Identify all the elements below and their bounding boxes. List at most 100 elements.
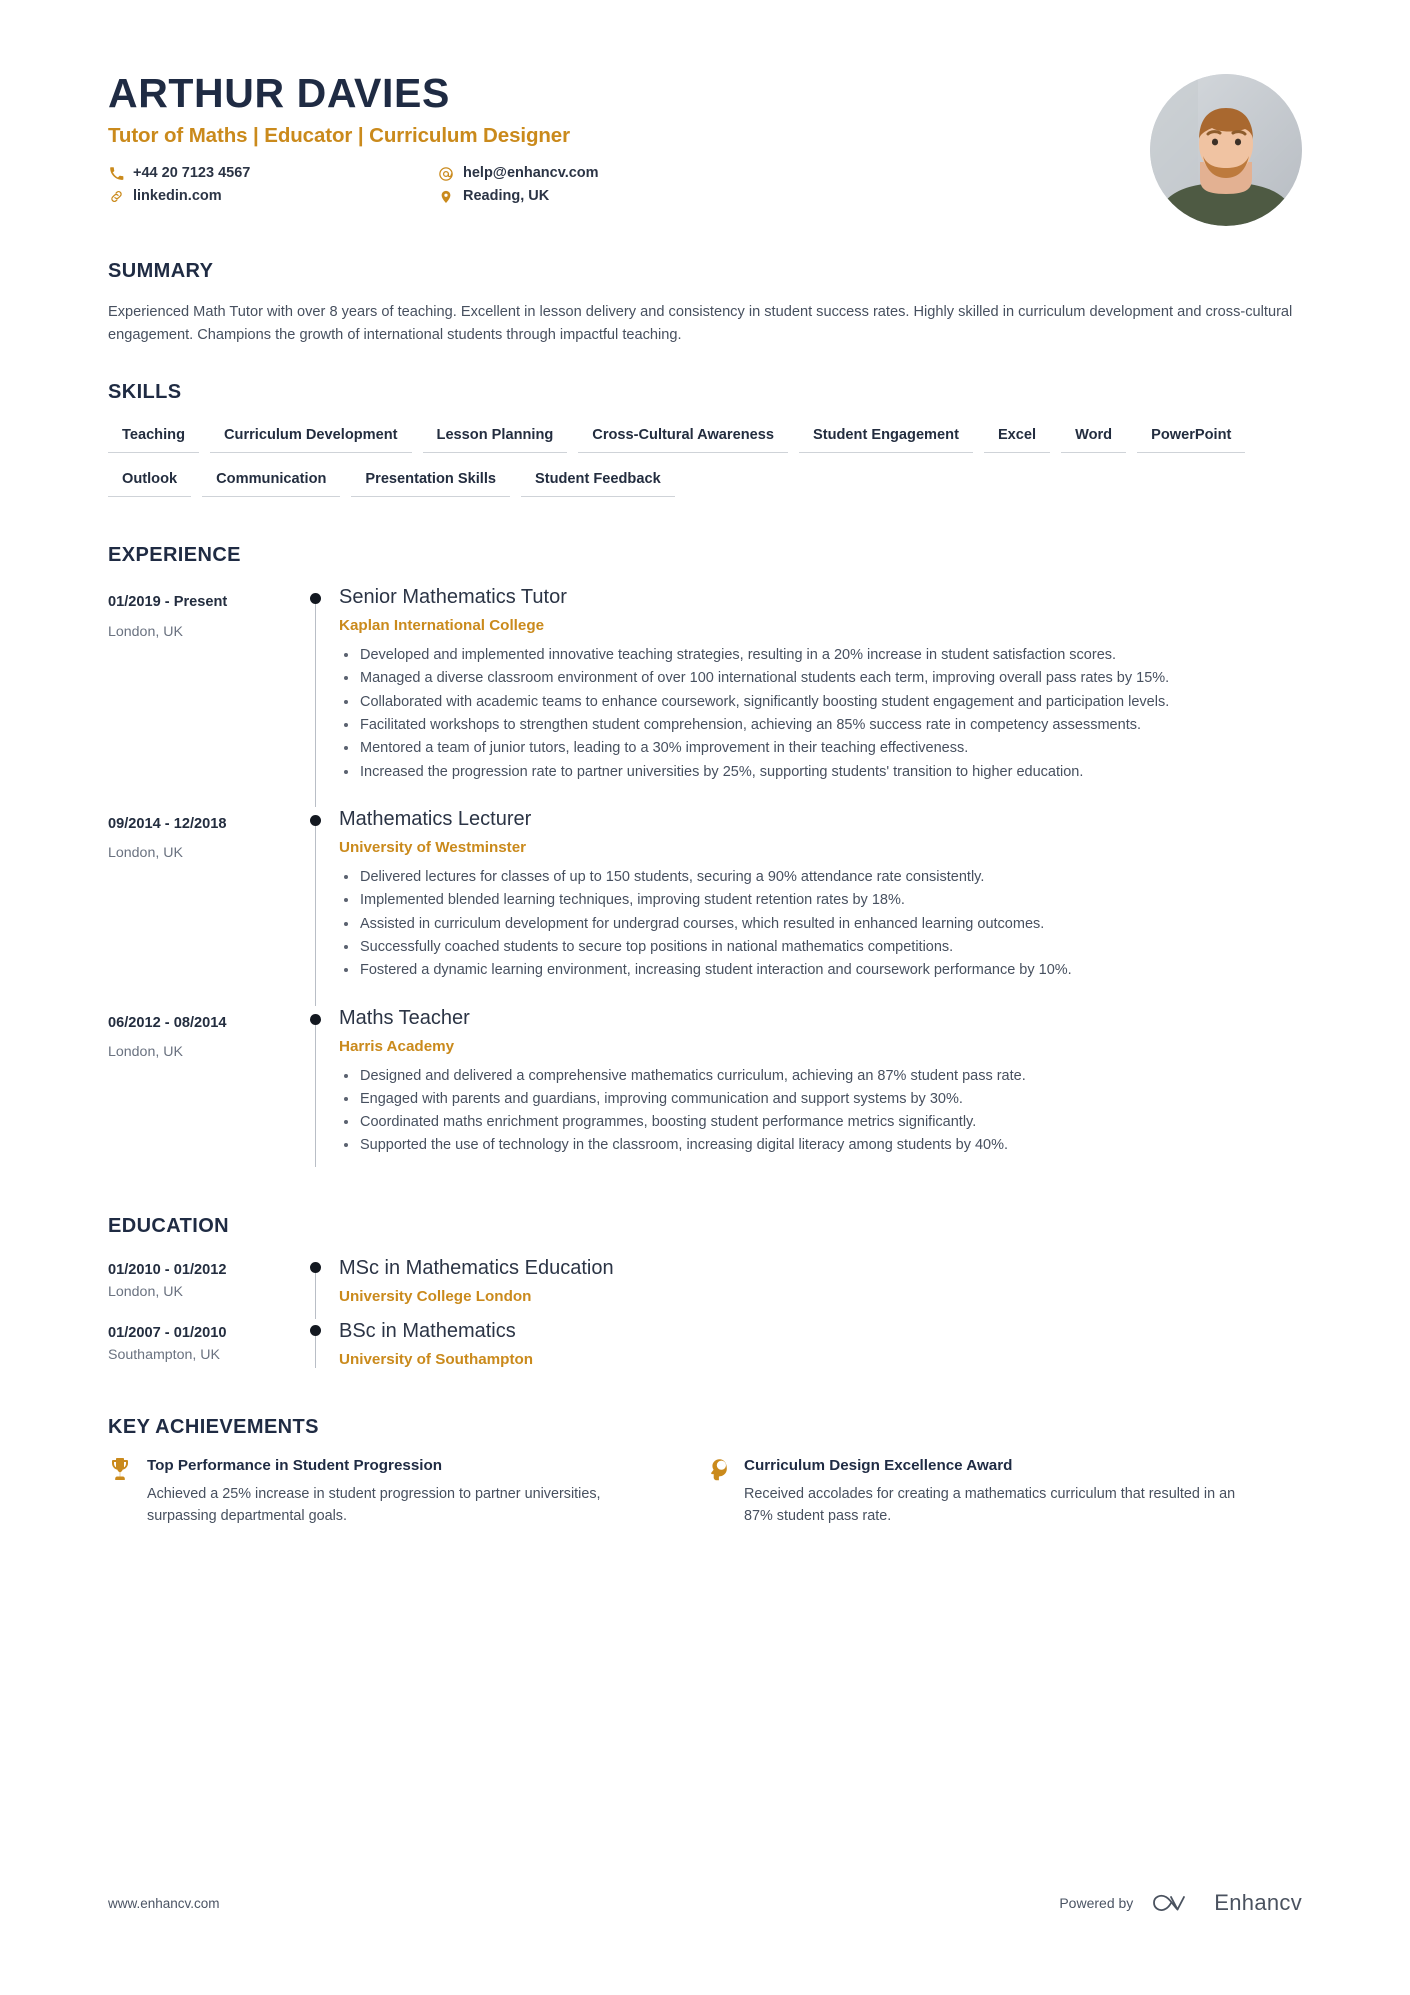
experience-meta: 06/2012 - 08/2014 London, UK — [108, 1006, 293, 1181]
education-section: EDUCATION 01/2010 - 01/2012 London, UK M… — [108, 1215, 1302, 1382]
experience-bullet: Increased the progression rate to partne… — [339, 762, 1302, 783]
timeline-rail — [293, 585, 339, 807]
experience-bullet: Developed and implemented innovative tea… — [339, 645, 1302, 666]
achievements-list: Top Performance in Student Progression A… — [108, 1457, 1302, 1527]
experience-section: EXPERIENCE 01/2019 - Present London, UK … — [108, 544, 1302, 1181]
skill-tag: Teaching — [108, 422, 199, 454]
enhancv-mark-icon — [1153, 1894, 1186, 1911]
skill-tag: Word — [1061, 422, 1127, 454]
experience-title: Mathematics Lecturer — [339, 807, 532, 830]
timeline-line — [315, 597, 317, 807]
experience-organization: Kaplan International College — [339, 617, 545, 635]
experience-date: 06/2012 - 08/2014 — [108, 1014, 227, 1031]
timeline-rail — [293, 1256, 339, 1319]
summary-section-title: SUMMARY — [108, 260, 214, 282]
achievement-item: Curriculum Design Excellence Award Recei… — [705, 1457, 1302, 1527]
skill-tag: Cross-Cultural Awareness — [578, 422, 788, 454]
skill-tag: Presentation Skills — [351, 466, 510, 498]
trophy-icon — [112, 1457, 128, 1480]
skill-tag: Excel — [983, 422, 1051, 454]
experience-bullet: Designed and delivered a comprehensive m… — [339, 1066, 1302, 1087]
education-content: MSc in Mathematics Education University … — [339, 1256, 1302, 1319]
contact-location-value: Reading, UK — [463, 187, 550, 204]
experience-item: 01/2019 - Present London, UK Senior Math… — [108, 585, 1302, 807]
experience-bullets: Developed and implemented innovative tea… — [339, 645, 1302, 783]
contact-phone-value: +44 20 7123 4567 — [133, 164, 251, 181]
email-icon — [438, 166, 454, 182]
education-location: Southampton, UK — [108, 1347, 220, 1364]
resume-header: ARTHUR DAVIES Tutor of Maths | Educator … — [108, 0, 1302, 226]
experience-location: London, UK — [108, 623, 183, 640]
education-school: University College London — [339, 1287, 532, 1305]
skills-section-title: SKILLS — [108, 381, 182, 404]
achievement-text: Top Performance in Student Progression A… — [147, 1457, 645, 1527]
experience-meta: 09/2014 - 12/2018 London, UK — [108, 807, 293, 1006]
education-meta: 01/2007 - 01/2010 Southampton, UK — [108, 1319, 293, 1382]
education-item: 01/2010 - 01/2012 London, UK MSc in Math… — [108, 1256, 1302, 1319]
experience-content: Senior Mathematics Tutor Kaplan Internat… — [339, 585, 1302, 807]
education-item: 01/2007 - 01/2010 Southampton, UK BSc in… — [108, 1319, 1302, 1382]
contact-phone[interactable]: +44 20 7123 4567 — [108, 162, 438, 185]
contact-link[interactable]: linkedin.com — [108, 185, 438, 208]
location-icon — [438, 189, 454, 205]
timeline-rail — [293, 1319, 339, 1382]
experience-item: 09/2014 - 12/2018 London, UK Mathematics… — [108, 807, 1302, 1006]
skills-section: SKILLS Teaching Curriculum Development Les… — [108, 381, 1302, 510]
education-date: 01/2010 - 01/2012 — [108, 1261, 227, 1278]
experience-list: 01/2019 - Present London, UK Senior Math… — [108, 585, 1302, 1181]
achievements-section: KEY ACHIEVEMENTS Top Performance in Stud… — [108, 1416, 1302, 1527]
enhancv-logo: Enhancv — [1149, 1889, 1302, 1917]
experience-item: 06/2012 - 08/2014 London, UK Maths Teach… — [108, 1006, 1302, 1181]
head-profile-icon — [711, 1458, 727, 1481]
experience-bullet: Engaged with parents and guardians, impr… — [339, 1089, 1302, 1110]
footer-branding: Powered by Enhancv — [1059, 1889, 1302, 1917]
timeline-line — [315, 1017, 317, 1167]
contact-location[interactable]: Reading, UK — [438, 185, 768, 208]
timeline-dot — [310, 593, 321, 605]
education-degree: MSc in Mathematics Education — [339, 1256, 614, 1279]
achievement-description: Achieved a 25% increase in student progr… — [147, 1486, 601, 1524]
education-date: 01/2007 - 01/2010 — [108, 1324, 227, 1341]
experience-bullet: Mentored a team of junior tutors, leadin… — [339, 738, 1302, 759]
powered-by-label: Powered by — [1059, 1895, 1134, 1911]
education-school: University of Southampton — [339, 1350, 534, 1368]
experience-location: London, UK — [108, 845, 183, 862]
achievement-item: Top Performance in Student Progression A… — [108, 1457, 705, 1527]
footer-url[interactable]: www.enhancv.com — [108, 1896, 220, 1911]
achievement-title: Curriculum Design Excellence Award — [744, 1456, 1013, 1474]
link-icon — [108, 189, 124, 205]
timeline-line — [315, 1265, 317, 1319]
achievement-title: Top Performance in Student Progression — [147, 1456, 443, 1474]
experience-bullet: Facilitated workshops to strengthen stud… — [339, 715, 1302, 736]
experience-title: Senior Mathematics Tutor — [339, 586, 567, 609]
experience-location: London, UK — [108, 1044, 183, 1061]
experience-bullet: Coordinated maths enrichment programmes,… — [339, 1112, 1302, 1133]
experience-content: Mathematics Lecturer University of Westm… — [339, 807, 1302, 1006]
resume-page: ARTHUR DAVIES Tutor of Maths | Educator … — [0, 0, 1410, 1995]
summary-text: Experienced Math Tutor with over 8 years… — [108, 304, 1293, 344]
phone-icon — [108, 166, 124, 182]
experience-meta: 01/2019 - Present London, UK — [108, 585, 293, 807]
skill-tag: Outlook — [108, 466, 192, 498]
contact-email[interactable]: help@enhancv.com — [438, 162, 768, 185]
experience-bullets: Delivered lectures for classes of up to … — [339, 867, 1302, 982]
timeline-dot — [310, 1013, 321, 1025]
skill-tag: Student Feedback — [521, 466, 675, 498]
timeline-dot — [310, 814, 321, 826]
head-profile-icon — [705, 1457, 731, 1527]
education-degree: BSc in Mathematics — [339, 1319, 516, 1342]
trophy-icon — [108, 1457, 134, 1527]
achievement-description: Received accolades for creating a mathem… — [744, 1486, 1236, 1524]
avatar — [1150, 74, 1302, 226]
timeline-rail — [293, 807, 339, 1006]
achievement-text: Curriculum Design Excellence Award Recei… — [744, 1457, 1242, 1527]
experience-bullet: Delivered lectures for classes of up to … — [339, 867, 1302, 888]
enhancv-wordmark: Enhancv — [1214, 1890, 1302, 1915]
experience-date: 01/2019 - Present — [108, 594, 228, 611]
experience-bullet: Managed a diverse classroom environment … — [339, 668, 1302, 689]
header-text-block: ARTHUR DAVIES Tutor of Maths | Educator … — [108, 71, 1120, 208]
experience-bullets: Designed and delivered a comprehensive m… — [339, 1066, 1302, 1157]
contact-list: +44 20 7123 4567 help@enhancv.com linked… — [108, 162, 768, 208]
summary-section: SUMMARY Experienced Math Tutor with over… — [108, 260, 1302, 347]
education-location: London, UK — [108, 1284, 183, 1301]
